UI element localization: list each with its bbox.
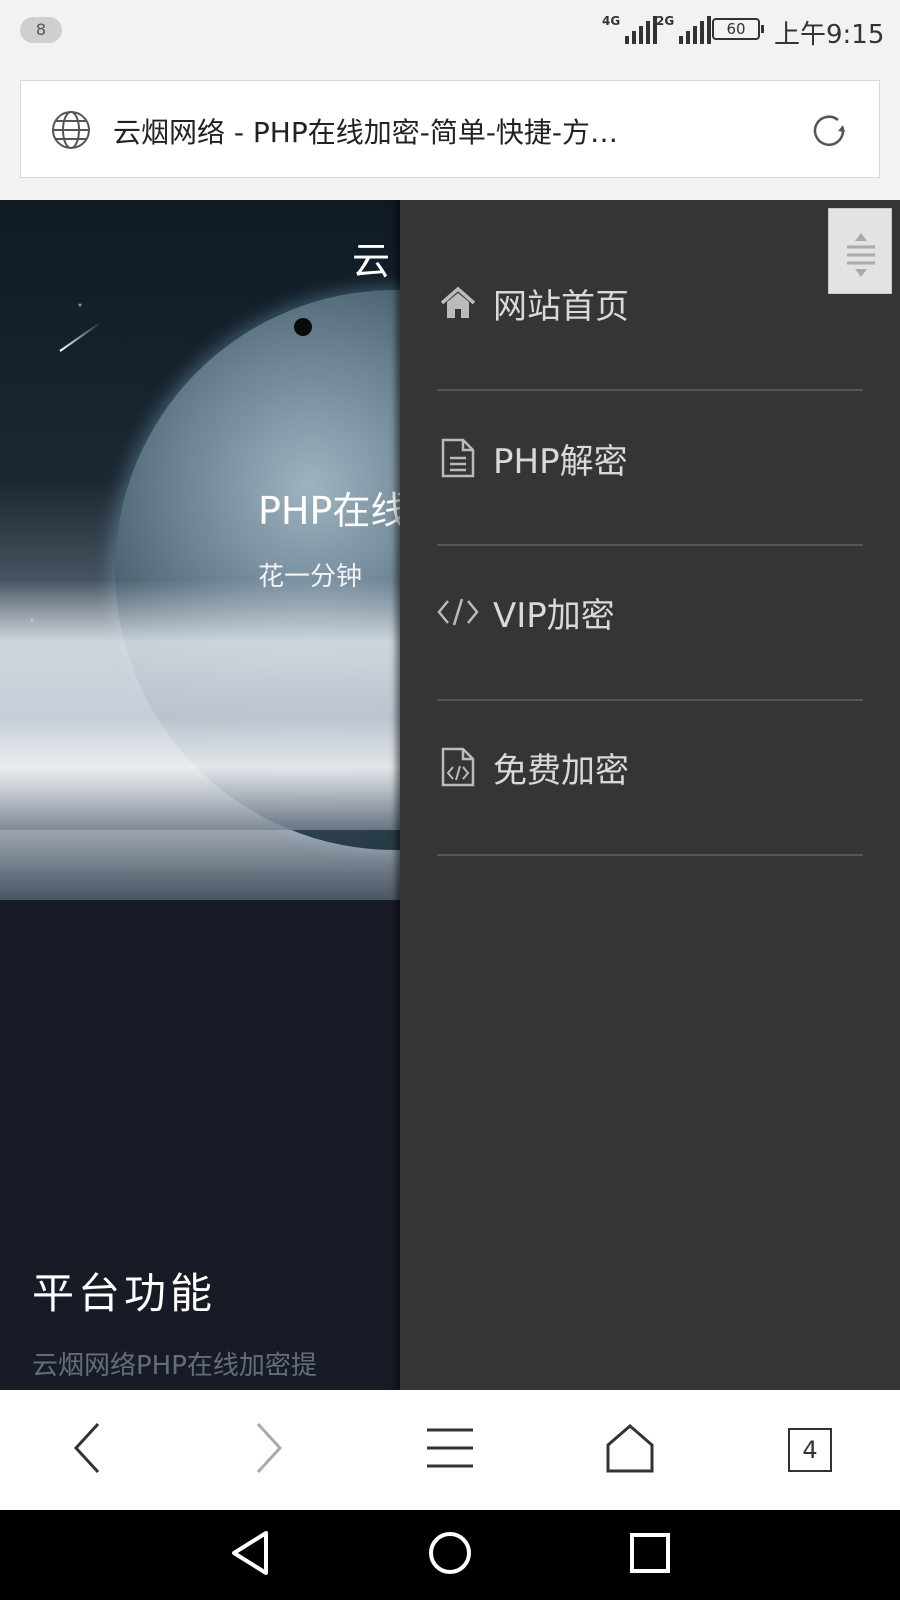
hero-subtitle: 花一分钟	[258, 562, 363, 592]
chevron-right-icon	[248, 1420, 288, 1480]
network-4g-label: 4G	[602, 14, 621, 28]
reload-icon[interactable]	[807, 109, 851, 157]
drawer-item-php-decrypt[interactable]: PHP解密	[437, 398, 863, 518]
drawer-item-free-encrypt[interactable]: 免费加密	[437, 707, 863, 827]
menu-divider	[437, 544, 863, 546]
system-home-button[interactable]	[420, 1525, 480, 1585]
signal-4g-icon: 4G	[602, 14, 658, 44]
hero-headline: PHP在线	[258, 489, 400, 533]
url-field[interactable]: 云烟网络 - PHP在线加密-简单-快捷-方…	[20, 80, 880, 178]
circle-home-icon	[427, 1530, 473, 1580]
hamburger-icon	[425, 1426, 475, 1474]
clock: 上午9:15	[774, 20, 885, 50]
battery-icon: 60	[712, 18, 764, 40]
system-back-button[interactable]	[220, 1525, 280, 1585]
system-navigation-bar	[0, 1510, 900, 1600]
menu-divider	[437, 389, 863, 391]
home-outline-icon	[605, 1423, 655, 1477]
hero-banner: 云 PHP在线 花一分钟	[0, 200, 400, 900]
menu-divider	[437, 854, 863, 856]
square-recents-icon	[629, 1532, 671, 1578]
menu-button[interactable]	[410, 1410, 490, 1490]
drawer-item-vip-encrypt[interactable]: VIP加密	[437, 552, 863, 672]
file-code-icon	[437, 746, 479, 788]
globe-icon	[51, 110, 91, 154]
tabs-button[interactable]: 4	[770, 1410, 850, 1490]
chevron-left-icon	[68, 1420, 108, 1480]
home-icon	[437, 282, 479, 324]
section-description: 云烟网络PHP在线加密提	[32, 1351, 317, 1381]
network-2g-label: 2G	[656, 14, 675, 28]
system-recents-button[interactable]	[620, 1525, 680, 1585]
file-text-icon	[437, 437, 479, 479]
page-title: 云烟网络 - PHP在线加密-简单-快捷-方…	[113, 116, 619, 149]
web-content: 云 PHP在线 花一分钟 平台功能 云烟网络PHP在线加密提 网站首页 PHP解…	[0, 200, 900, 1390]
triangle-back-icon	[228, 1529, 272, 1581]
home-button[interactable]	[590, 1410, 670, 1490]
hero-brand: 云	[352, 239, 391, 283]
section-title: 平台功能	[32, 1269, 217, 1318]
browser-toolbar: 4	[0, 1390, 900, 1510]
menu-divider	[437, 699, 863, 701]
drawer-item-label: 网站首页	[493, 286, 629, 327]
forward-button[interactable]	[228, 1410, 308, 1490]
drawer-item-label: VIP加密	[493, 595, 615, 636]
notification-count-badge: 8	[20, 17, 62, 43]
back-button[interactable]	[48, 1410, 128, 1490]
signal-2g-icon: 2G	[656, 14, 712, 44]
browser-address-bar: 云烟网络 - PHP在线加密-简单-快捷-方…	[0, 62, 900, 200]
code-icon	[437, 591, 479, 633]
side-drawer-menu: 网站首页 PHP解密 VIP加密 免费加密	[400, 200, 900, 1390]
drawer-item-label: PHP解密	[493, 441, 628, 482]
drawer-item-home[interactable]: 网站首页	[437, 243, 863, 363]
status-bar: 8 4G 2G 60 上午9:15	[0, 0, 900, 62]
tab-count-badge: 4	[788, 1428, 832, 1472]
drawer-item-label: 免费加密	[493, 750, 629, 791]
